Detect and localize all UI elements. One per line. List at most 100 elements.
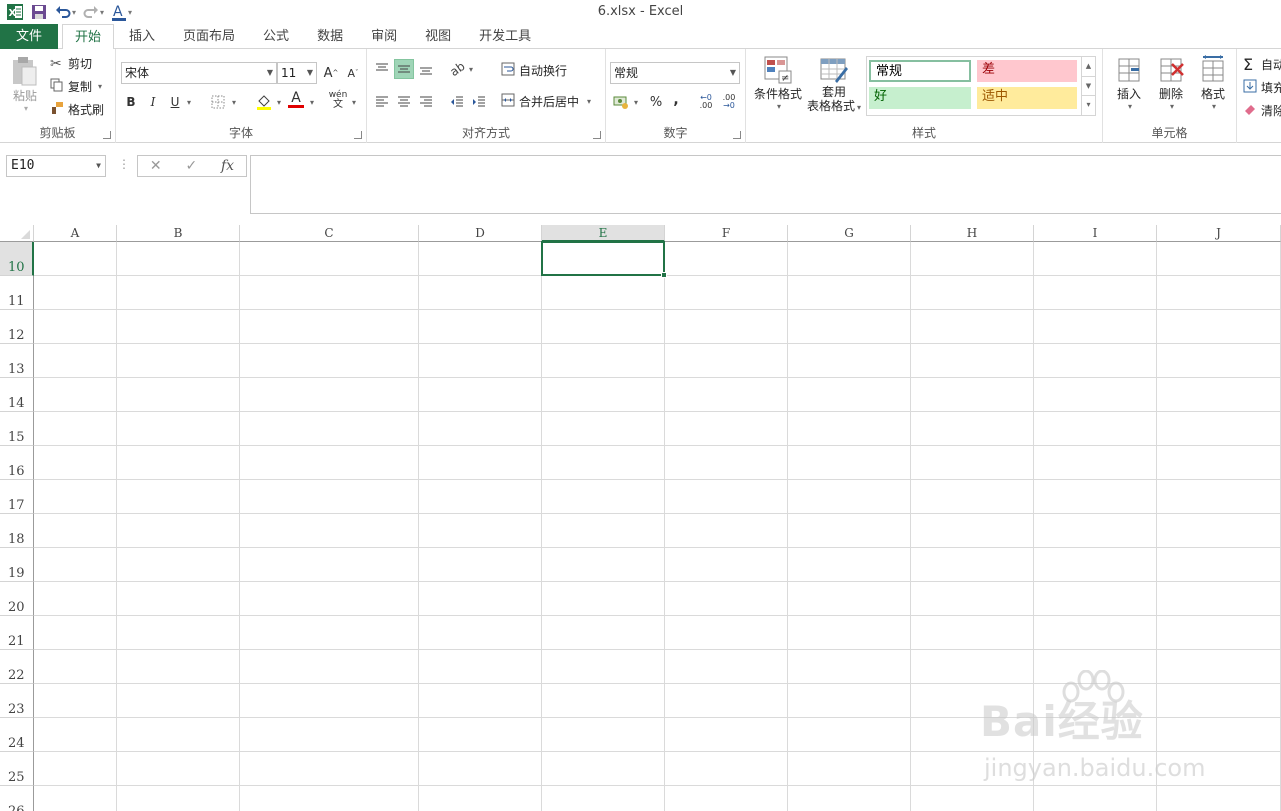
column-header-e[interactable]: E (542, 225, 665, 242)
fill-handle[interactable] (661, 272, 667, 278)
decrease-decimal-button[interactable]: .00 →0 (719, 92, 739, 112)
accounting-format-button[interactable] (611, 92, 631, 112)
formula-input[interactable] (250, 155, 1281, 214)
fill-button[interactable]: 填充 (1243, 79, 1281, 96)
font-color-button[interactable]: A (286, 89, 306, 109)
column-header-h[interactable]: H (911, 225, 1034, 242)
formula-bar-splitter-icon[interactable]: ⋮ (118, 157, 130, 171)
font-size-combo[interactable]: 11 ▼ (277, 62, 317, 84)
delete-cells-button[interactable]: 删除 ▾ (1151, 55, 1191, 111)
increase-indent-button[interactable] (469, 92, 489, 112)
underline-dropdown-icon[interactable]: ▾ (183, 92, 193, 112)
align-middle-button[interactable] (394, 59, 414, 79)
decrease-indent-button[interactable] (447, 92, 467, 112)
row-header-23[interactable]: 23 (0, 684, 34, 718)
phonetic-dropdown-icon[interactable]: ▾ (348, 92, 358, 112)
cell-style-bad[interactable]: 差 (977, 60, 1077, 82)
cell-style-normal[interactable]: 常规 (869, 60, 971, 82)
cell-style-good[interactable]: 好 (869, 87, 971, 109)
gallery-more-icon[interactable]: ▾ (1081, 95, 1095, 115)
phonetic-button[interactable]: wén 文 (328, 90, 348, 110)
name-box-dropdown-icon[interactable]: ▼ (96, 156, 101, 176)
clear-button[interactable]: 清除 (1243, 102, 1281, 119)
orientation-dropdown-icon[interactable]: ▾ (465, 59, 475, 79)
align-bottom-button[interactable] (416, 59, 436, 79)
accounting-dropdown-icon[interactable]: ▾ (630, 92, 640, 112)
column-header-d[interactable]: D (419, 225, 542, 242)
row-header-21[interactable]: 21 (0, 616, 34, 650)
row-header-16[interactable]: 16 (0, 446, 34, 480)
row-header-19[interactable]: 19 (0, 548, 34, 582)
border-button[interactable] (208, 92, 228, 112)
align-right-button[interactable] (416, 92, 436, 112)
row-header-11[interactable]: 11 (0, 276, 34, 310)
clipboard-launcher-icon[interactable] (103, 131, 111, 139)
format-cells-button[interactable]: 格式 ▾ (1193, 55, 1233, 111)
tab-home[interactable]: 开始 (62, 24, 115, 50)
autosum-button[interactable]: Σ 自动 (1243, 55, 1281, 74)
merge-center-button[interactable]: 合并后居中 ▾ (501, 93, 591, 110)
row-header-13[interactable]: 13 (0, 344, 34, 378)
copy-dropdown-icon[interactable]: ▾ (98, 82, 102, 91)
font-size-dropdown-icon[interactable]: ▼ (307, 63, 313, 83)
active-cell[interactable] (541, 241, 667, 278)
column-header-j[interactable]: J (1157, 225, 1281, 242)
row-header-12[interactable]: 12 (0, 310, 34, 344)
row-header-10[interactable]: 10 (0, 242, 34, 276)
conditional-formatting-button[interactable]: ≠ 条件格式 ▾ (750, 55, 806, 111)
cancel-icon[interactable]: ✕ (150, 158, 162, 174)
gallery-scroll-up-icon[interactable]: ▲ (1081, 57, 1095, 76)
shrink-font-button[interactable]: Aˇ (343, 63, 363, 83)
number-format-combo[interactable]: 常规 ▼ (610, 62, 740, 84)
format-as-table-button[interactable]: 套用 表格格式 ▾ (804, 55, 864, 115)
conditional-formatting-dropdown-icon[interactable]: ▾ (777, 102, 781, 111)
row-header-17[interactable]: 17 (0, 480, 34, 514)
row-header-15[interactable]: 15 (0, 412, 34, 446)
column-header-g[interactable]: G (788, 225, 911, 242)
font-name-combo[interactable]: 宋体 ▼ (121, 62, 277, 84)
number-format-dropdown-icon[interactable]: ▼ (730, 63, 736, 83)
column-header-b[interactable]: B (117, 225, 240, 242)
row-header-24[interactable]: 24 (0, 718, 34, 752)
insert-cells-dropdown-icon[interactable]: ▾ (1128, 102, 1132, 111)
name-box[interactable]: E10 ▼ (6, 155, 106, 177)
column-header-a[interactable]: A (34, 225, 117, 242)
underline-button[interactable]: U (165, 92, 185, 112)
tab-insert[interactable]: 插入 (114, 24, 167, 49)
align-left-button[interactable] (372, 92, 392, 112)
copy-button[interactable]: 复制 ▾ (50, 78, 102, 95)
tab-formulas[interactable]: 公式 (247, 24, 301, 49)
row-header-18[interactable]: 18 (0, 514, 34, 548)
align-top-button[interactable] (372, 59, 392, 79)
alignment-launcher-icon[interactable] (593, 131, 601, 139)
insert-function-icon[interactable]: fx (221, 158, 234, 174)
comma-button[interactable]: , (666, 90, 686, 110)
percent-button[interactable]: % (646, 92, 666, 112)
tab-file[interactable]: 文件 (0, 24, 58, 49)
row-header-14[interactable]: 14 (0, 378, 34, 412)
grow-font-button[interactable]: A ^ (321, 63, 341, 83)
column-header-c[interactable]: C (240, 225, 419, 242)
row-header-22[interactable]: 22 (0, 650, 34, 684)
tab-data[interactable]: 数据 (301, 24, 355, 49)
format-cells-dropdown-icon[interactable]: ▾ (1212, 102, 1216, 111)
increase-decimal-button[interactable]: ←0.00 (696, 92, 716, 112)
paste-button[interactable]: 粘贴 ▾ (8, 55, 42, 113)
italic-button[interactable]: I (143, 92, 163, 112)
tab-page-layout[interactable]: 页面布局 (167, 24, 247, 49)
tab-developer[interactable]: 开发工具 (463, 24, 543, 49)
enter-icon[interactable]: ✓ (185, 158, 197, 174)
orientation-button[interactable]: ab (447, 59, 467, 79)
insert-cells-button[interactable]: 插入 ▾ (1109, 55, 1149, 111)
row-header-20[interactable]: 20 (0, 582, 34, 616)
number-launcher-icon[interactable] (733, 131, 741, 139)
row-header-25[interactable]: 25 (0, 752, 34, 786)
bold-button[interactable]: B (121, 92, 141, 112)
select-all-button[interactable] (0, 225, 34, 242)
delete-cells-dropdown-icon[interactable]: ▾ (1170, 102, 1174, 111)
font-launcher-icon[interactable] (354, 131, 362, 139)
font-name-dropdown-icon[interactable]: ▼ (267, 63, 273, 83)
fill-color-button[interactable] (254, 92, 274, 112)
merge-center-dropdown-icon[interactable]: ▾ (587, 97, 591, 106)
cell-style-neutral[interactable]: 适中 (977, 87, 1077, 109)
